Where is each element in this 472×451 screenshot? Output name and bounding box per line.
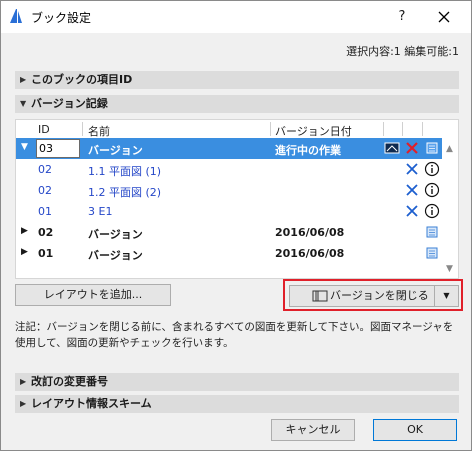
- column-divider[interactable]: [402, 122, 403, 136]
- row-name: 3 E1: [88, 205, 113, 218]
- table-row[interactable]: ▶ 02 バージョン 2016/06/08: [16, 222, 442, 243]
- info-icon[interactable]: [424, 182, 440, 198]
- caret-down-icon: ▼: [20, 99, 27, 108]
- info-icon[interactable]: [424, 203, 440, 219]
- caret-right-icon: ▶: [20, 399, 27, 408]
- id-field[interactable]: 03: [36, 139, 80, 158]
- section-version-history[interactable]: ▼ バージョン記録: [15, 95, 459, 113]
- row-id: 01: [38, 247, 54, 260]
- row-name: バージョン: [88, 228, 143, 241]
- table-header: ID 名前 バージョン日付: [16, 120, 458, 138]
- info-icon[interactable]: [424, 161, 440, 177]
- section-book-item-id[interactable]: ▶ このブックの項目ID: [15, 71, 459, 89]
- scroll-down-icon[interactable]: ▼: [446, 264, 453, 274]
- section-revision-change-number[interactable]: ▶ 改訂の変更番号: [15, 373, 459, 391]
- title-bar: ブック設定 ?: [1, 1, 471, 33]
- selection-info: 選択内容:1 編集可能:1: [346, 45, 459, 58]
- column-divider[interactable]: [270, 122, 271, 136]
- remove-icon[interactable]: [404, 182, 420, 198]
- close-version-highlight: バージョンを閉じる ▼: [283, 279, 463, 311]
- properties-icon[interactable]: [424, 245, 440, 261]
- note-text: 注記：バージョンを閉じる前に、含まれるすべての図面を更新して下さい。図面マネージ…: [15, 321, 454, 349]
- ok-button[interactable]: OK: [373, 419, 457, 441]
- row-id: 02: [38, 226, 54, 239]
- help-button[interactable]: ?: [392, 7, 412, 27]
- caret-down-icon[interactable]: ▼: [21, 142, 28, 152]
- remove-icon[interactable]: [404, 161, 420, 177]
- section-layout-info-scheme[interactable]: ▶ レイアウト情報スキーム: [15, 395, 459, 413]
- book-settings-dialog: ブック設定 ? 選択内容:1 編集可能:1 ▶ このブックの項目ID ▼ バージ…: [0, 0, 472, 451]
- archicad-app-icon: [7, 7, 25, 25]
- row-id: 02: [38, 163, 52, 176]
- window-title: ブック設定: [31, 11, 92, 25]
- row-date: 2016/06/08: [275, 247, 345, 260]
- section-label: レイアウト情報スキーム: [31, 397, 152, 410]
- table-row[interactable]: ▼ 03 バージョン 進行中の作業: [16, 138, 442, 159]
- remove-icon[interactable]: [404, 203, 420, 219]
- close-icon[interactable]: [434, 7, 454, 27]
- caret-right-icon: ▶: [20, 377, 27, 386]
- table-row[interactable]: 01 3 E1: [16, 201, 442, 222]
- section-label: このブックの項目ID: [31, 73, 133, 86]
- table-row[interactable]: 02 1.1 平面図 (1): [16, 159, 442, 180]
- close-version-label: バージョンを閉じる: [330, 289, 429, 302]
- layout-icon[interactable]: [384, 140, 400, 156]
- col-header-date[interactable]: バージョン日付: [275, 123, 352, 139]
- row-date: 進行中の作業: [275, 144, 341, 157]
- properties-icon[interactable]: [424, 224, 440, 240]
- column-divider[interactable]: [383, 122, 384, 136]
- column-divider[interactable]: [82, 122, 83, 136]
- col-header-id[interactable]: ID: [38, 123, 50, 136]
- close-version-button[interactable]: バージョンを閉じる: [289, 285, 435, 307]
- chevron-down-icon[interactable]: ▼: [434, 285, 459, 307]
- caret-right-icon[interactable]: ▶: [21, 247, 28, 257]
- caret-right-icon[interactable]: ▶: [21, 226, 28, 236]
- book-icon: [312, 290, 328, 302]
- row-id: 01: [38, 205, 52, 218]
- column-divider[interactable]: [422, 122, 423, 136]
- delete-icon[interactable]: [404, 140, 420, 156]
- section-label: バージョン記録: [31, 97, 108, 110]
- row-name: 1.1 平面図 (1): [88, 165, 162, 178]
- row-name: 1.2 平面図 (2): [88, 186, 162, 199]
- table-row[interactable]: 02 1.2 平面図 (2): [16, 180, 442, 201]
- version-table: ID 名前 バージョン日付 ▼ 03 バージョン 進行中の作業 02 1.1 平…: [15, 119, 459, 279]
- properties-icon[interactable]: [424, 140, 440, 156]
- row-name: バージョン: [88, 144, 143, 157]
- add-layout-button[interactable]: レイアウトを追加...: [15, 284, 171, 306]
- scroll-up-icon[interactable]: ▲: [446, 144, 453, 154]
- table-row[interactable]: ▶ 01 バージョン 2016/06/08: [16, 243, 442, 264]
- cancel-button[interactable]: キャンセル: [271, 419, 355, 441]
- row-date: 2016/06/08: [275, 226, 345, 239]
- col-header-name[interactable]: 名前: [88, 123, 110, 139]
- row-id: 02: [38, 184, 52, 197]
- row-name: バージョン: [88, 249, 143, 262]
- section-label: 改訂の変更番号: [31, 375, 108, 388]
- caret-right-icon: ▶: [20, 75, 27, 84]
- vertical-scrollbar[interactable]: ▲ ▼: [443, 138, 459, 278]
